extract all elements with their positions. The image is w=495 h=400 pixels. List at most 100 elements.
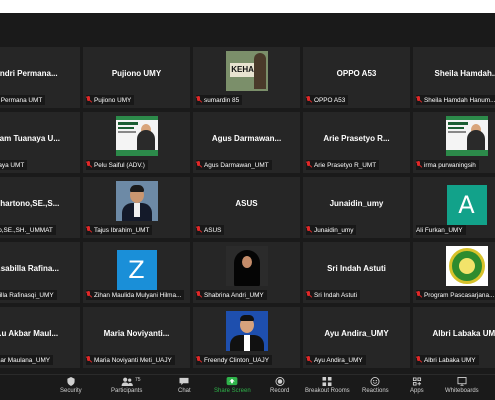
participant-tile[interactable]: Sri Indah Astuti Sri Indah Astuti [303, 242, 410, 303]
participant-display-name: Albri Labaka UMY [432, 329, 495, 338]
video-thumbnail: KEHAN [225, 51, 268, 91]
share-screen-button[interactable]: Share Screen [214, 377, 251, 394]
participant-tile[interactable]: A Ali Furkan_UMY [413, 177, 495, 238]
whiteboards-button[interactable]: Whiteboards [445, 377, 479, 394]
meeting-toolbar: Security 75 Participants Chat Share Scre… [0, 374, 495, 400]
avatar: Z [116, 250, 157, 290]
record-label: Record [270, 388, 290, 394]
participant-label-text: Shabrina Andri_UMY [204, 291, 264, 299]
participant-tile[interactable]: ...sabilla Rafina... ...sabilla Rafinasqi… [0, 242, 80, 303]
participant-display-name: ASUS [235, 199, 258, 208]
participant-label-text: Agus Darmawan_UMT [204, 161, 269, 169]
participant-name-label: Sheila Hamdah Hanum... [416, 95, 495, 105]
participant-display-name: ...u Akbar Maul... [0, 329, 59, 338]
participant-display-name: andri Permana... [0, 69, 58, 78]
participant-tile[interactable]: Ayu Andira_UMY Ayu Andira_UMY [303, 307, 410, 368]
webinar-poster-image [445, 116, 488, 156]
reactions-button[interactable]: Reactions [362, 377, 389, 394]
muted-mic-icon [86, 356, 92, 364]
participant-tile[interactable]: Albri Labaka UMY Albri Labaka UMY [413, 307, 495, 368]
gallery-grid: andri Permana... Andri Permana UMT Pujiono… [0, 47, 495, 375]
participants-button[interactable]: 75 Participants [111, 377, 142, 394]
participant-tile[interactable]: Arie Prasetyo R... Arie Prasetyo R_UMT [303, 112, 410, 173]
participant-name-label: Andri Permana UMT [0, 95, 46, 105]
participant-name-label: ...sabilla Rafinasqi_UMY [0, 290, 57, 300]
participant-tile[interactable]: Pelu Saiful (ADV.) [83, 112, 190, 173]
participant-tile[interactable]: andri Permana... Andri Permana UMT [0, 47, 80, 108]
share-screen-icon [226, 377, 238, 386]
participant-name-label: sumardin 85 [196, 95, 243, 105]
participant-tile[interactable]: Agus Darmawan... Agus Darmawan_UMT [193, 112, 300, 173]
reactions-label: Reactions [362, 388, 389, 394]
muted-mic-icon [86, 161, 92, 169]
participant-label-text: Tajus Ibrahim_UMT [94, 226, 150, 234]
participant-label-text: Ali Furkan_UMY [416, 226, 463, 234]
smiley-icon [370, 377, 380, 386]
participant-display-name: OPPO A53 [336, 69, 377, 78]
breakout-rooms-icon [322, 377, 332, 386]
profile-photo [115, 181, 158, 221]
muted-mic-icon [306, 161, 312, 169]
apps-button[interactable]: Apps [410, 377, 424, 394]
participants-icon [121, 377, 133, 386]
participant-tile[interactable]: Program Pascasarjana... [413, 242, 495, 303]
participant-name-label: ASUS [196, 225, 225, 235]
apps-icon [412, 377, 421, 386]
participant-name-label: OPPO A53 [306, 95, 349, 105]
chat-button[interactable]: Chat [178, 377, 191, 394]
participant-name-label: Freendy Clinton_UAJY [196, 355, 273, 365]
participant-display-name: Arie Prasetyo R... [323, 134, 390, 143]
participant-tile[interactable]: Pujiono UMY Pujiono UMY [83, 47, 190, 108]
participant-tile[interactable]: Z Zihan Maulida Mulyani Hilma... [83, 242, 190, 303]
participant-tile[interactable]: Shabrina Andri_UMY [193, 242, 300, 303]
participant-tile[interactable]: Junaidin_umy Junaidin_umy [303, 177, 410, 238]
chat-label: Chat [178, 388, 191, 394]
participant-name-label: Tajus Ibrahim_UMT [86, 225, 153, 235]
participant-tile[interactable]: ...hartono,SE.,S... ...tono,SE.,SH._UMMAT [0, 177, 80, 238]
participant-label-text: Pujiono UMY [94, 96, 132, 104]
zoom-meeting-window: andri Permana... Andri Permana UMT Pujiono… [0, 13, 495, 400]
participant-tile[interactable]: Freendy Clinton_UAJY [193, 307, 300, 368]
participant-tile[interactable]: KEHAN sumardin 85 [193, 47, 300, 108]
participant-name-label: Shabrina Andri_UMY [196, 290, 267, 300]
participant-name-label: Ayu Andira_UMY [306, 355, 366, 365]
breakout-rooms-button[interactable]: Breakout Rooms [305, 377, 350, 394]
university-seal-logo [445, 246, 488, 286]
participant-display-name: Agus Darmawan... [211, 134, 282, 143]
muted-mic-icon [306, 226, 312, 234]
participant-name-label: Program Pascasarjana... [416, 290, 495, 300]
participant-tile[interactable]: ASUS ASUS [193, 177, 300, 238]
participant-display-name: ...sabilla Rafina... [0, 264, 59, 273]
participant-display-name: Junaidin_umy [329, 199, 384, 208]
participant-tile[interactable]: OPPO A53 OPPO A53 [303, 47, 410, 108]
chat-icon [179, 377, 189, 386]
participant-tile[interactable]: Maria Noviyanti... Maria Noviyanti Meti_U… [83, 307, 190, 368]
participant-tile[interactable]: Mam Tuanaya U... Tuanaya UMT [0, 112, 80, 173]
participant-label-text: irma purwaningsih [424, 161, 476, 169]
participant-tile[interactable]: ...u Akbar Maul... ...Akbar Maulana_UMY [0, 307, 80, 368]
participant-name-label: ...Akbar Maulana_UMY [0, 355, 54, 365]
record-button[interactable]: Record [270, 377, 289, 394]
participant-name-label: Tuanaya UMT [0, 160, 28, 170]
participant-display-name: Ayu Andira_UMY [324, 329, 389, 338]
participant-tile[interactable]: Sheila Hamdah... Sheila Hamdah Hanum... [413, 47, 495, 108]
security-button[interactable]: Security [60, 377, 82, 394]
participant-tile[interactable]: irma purwaningsih [413, 112, 495, 173]
participant-tile[interactable]: Tajus Ibrahim_UMT [83, 177, 190, 238]
participant-display-name: Sheila Hamdah... [434, 69, 495, 78]
participant-name-label: Zihan Maulida Mulyani Hilma... [86, 290, 185, 300]
avatar: A [446, 185, 487, 225]
participant-name-label: Arie Prasetyo R_UMT [306, 160, 380, 170]
participant-label-text: Arie Prasetyo R_UMT [314, 161, 377, 169]
participant-label-text: Sheila Hamdah Hanum... [424, 96, 495, 104]
participant-name-label: irma purwaningsih [416, 160, 479, 170]
participant-label-text: ...Akbar Maulana_UMY [0, 356, 51, 364]
participant-label-text: ...tono,SE.,SH._UMMAT [0, 226, 53, 234]
muted-mic-icon [86, 291, 92, 299]
participant-name-label: Pelu Saiful (ADV.) [86, 160, 148, 170]
shield-icon [67, 377, 75, 386]
participant-label-text: Freendy Clinton_UAJY [204, 356, 270, 364]
participant-name-label: Albri Labaka UMY [416, 355, 479, 365]
muted-mic-icon [416, 291, 422, 299]
muted-mic-icon [306, 96, 312, 104]
